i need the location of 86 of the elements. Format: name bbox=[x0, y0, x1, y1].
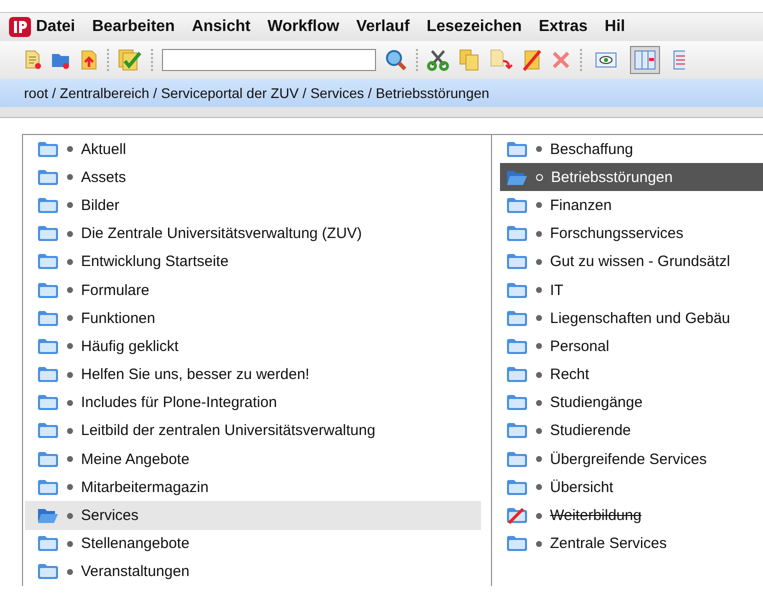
folder-row[interactable]: Personal bbox=[494, 332, 763, 360]
folder-row[interactable]: Zentrale Services bbox=[494, 530, 763, 558]
paste-icon[interactable] bbox=[489, 49, 513, 71]
menu-item[interactable]: Extras bbox=[538, 18, 588, 36]
folder-name: Forschungsservices bbox=[550, 225, 684, 242]
folder-row[interactable]: Veranstaltungen bbox=[25, 558, 481, 586]
folder-row[interactable]: Finanzen bbox=[494, 191, 763, 220]
approve-icon[interactable] bbox=[118, 49, 142, 71]
folder-name: Häufig geklickt bbox=[81, 338, 179, 355]
folder-name: Finanzen bbox=[550, 196, 612, 214]
folder-name: Studierende bbox=[550, 422, 631, 440]
folder-row[interactable]: Die Zentrale Universitätsverwaltung (ZUV) bbox=[25, 220, 481, 248]
columns-icon bbox=[634, 50, 656, 70]
folder-name: Zentrale Services bbox=[550, 535, 667, 552]
folder-name: Beschaffung bbox=[550, 140, 634, 158]
folder-row[interactable]: Beschaffung bbox=[494, 135, 763, 164]
folder-row[interactable]: Entwicklung Startseite bbox=[25, 248, 481, 276]
search-field[interactable] bbox=[162, 49, 376, 71]
upload-icon[interactable] bbox=[80, 50, 98, 70]
folder-name: Bilder bbox=[81, 196, 120, 214]
folder-name: Meine Angebote bbox=[81, 450, 190, 468]
folder-name: Die Zentrale Universitätsverwaltung (ZUV) bbox=[81, 225, 362, 242]
folder-row[interactable]: Stellenangebote bbox=[25, 530, 481, 558]
folder-name: Stellenangebote bbox=[81, 535, 190, 552]
folder-name: IT bbox=[550, 282, 564, 299]
app-logo-icon bbox=[9, 17, 31, 37]
folder-row[interactable]: Betriebsstörungen bbox=[500, 163, 763, 192]
disable-icon[interactable] bbox=[522, 49, 542, 71]
folder-row[interactable]: Studiengänge bbox=[494, 388, 763, 417]
folder-name: Formulare bbox=[81, 282, 150, 299]
folder-row[interactable]: Studierende bbox=[494, 416, 763, 446]
folder-name: Gut zu wissen - Grundsätzl bbox=[550, 253, 730, 270]
folder-name: Recht bbox=[550, 366, 590, 384]
menu-item[interactable]: Verlauf bbox=[356, 18, 410, 36]
menu-item[interactable]: Workflow bbox=[268, 18, 340, 36]
new-page-icon[interactable] bbox=[24, 50, 42, 70]
folder-row[interactable]: Liegenschaften und Gebäu bbox=[494, 304, 763, 332]
menu-item[interactable]: Lesezeichen bbox=[426, 18, 522, 36]
folder-name: Mitarbeitermagazin bbox=[81, 478, 209, 496]
folder-name: Aktuell bbox=[81, 140, 126, 158]
scissors-icon[interactable] bbox=[427, 49, 449, 71]
folder-row[interactable]: Leitbild der zentralen Universitätsverwaltung bbox=[25, 416, 481, 446]
search-icon[interactable] bbox=[385, 49, 407, 71]
folder-name: Funktionen bbox=[81, 310, 156, 327]
folder-row[interactable]: Forschungsservices bbox=[494, 220, 763, 248]
list-icon bbox=[673, 50, 685, 70]
folder-row[interactable]: Übersicht bbox=[494, 473, 763, 502]
folder-row[interactable]: Helfen Sie uns, besser zu werden! bbox=[25, 360, 481, 389]
menu-item[interactable]: Ansicht bbox=[192, 18, 250, 36]
folder-row[interactable]: Aktuell bbox=[25, 135, 481, 164]
folder-row[interactable]: Meine Angebote bbox=[25, 445, 481, 474]
eye-icon bbox=[595, 51, 617, 69]
folder-name: Entwicklung Startseite bbox=[81, 253, 229, 270]
breadcrumb: root / Zentralbereich / Serviceportal der ZUV / Services / Betriebsstörungen bbox=[0, 79, 763, 107]
folder-name: Veranstaltungen bbox=[81, 563, 190, 580]
menu-item[interactable]: Hil bbox=[604, 18, 626, 36]
folder-name: Services bbox=[81, 507, 139, 524]
folder-name: Personal bbox=[550, 338, 610, 355]
folder-row[interactable]: Includes für Plone-Integration bbox=[25, 388, 481, 417]
folder-row[interactable]: Recht bbox=[494, 360, 763, 389]
folder-row[interactable]: Assets bbox=[25, 163, 481, 192]
folder-row[interactable]: Häufig geklickt bbox=[25, 332, 481, 360]
copy-icon[interactable] bbox=[458, 49, 480, 71]
folder-name: Assets bbox=[81, 168, 126, 186]
menu-item[interactable]: Datei bbox=[36, 18, 76, 36]
folder-row[interactable]: Formulare bbox=[25, 276, 481, 304]
open-folder-icon bbox=[506, 168, 528, 186]
folder-name: Übergreifende Services bbox=[550, 450, 707, 468]
folder-row[interactable]: Gut zu wissen - Grundsätzl bbox=[494, 248, 763, 276]
folder-row[interactable]: Übergreifende Services bbox=[494, 445, 763, 474]
menu-item[interactable]: Bearbeiten bbox=[92, 18, 175, 36]
folder-row[interactable]: Funktionen bbox=[25, 304, 481, 332]
folder-row[interactable]: IT bbox=[494, 276, 763, 304]
folder-name: Includes für Plone-Integration bbox=[81, 394, 277, 412]
folder-name: Übersicht bbox=[550, 478, 614, 496]
folder-row[interactable]: Bilder bbox=[25, 191, 481, 220]
folder-row[interactable]: Services bbox=[25, 501, 481, 530]
folder-name: Liegenschaften und Gebäu bbox=[550, 310, 730, 327]
delete-icon[interactable] bbox=[551, 50, 571, 70]
folder-name: Helfen Sie uns, besser zu werden! bbox=[81, 366, 310, 384]
folder-name: Betriebsstörungen bbox=[551, 168, 673, 186]
folder-name: Studiengänge bbox=[550, 394, 643, 412]
folder-name: Leitbild der zentralen Universitätsverwaltung bbox=[81, 422, 376, 440]
folder-row[interactable]: Mitarbeitermagazin bbox=[25, 473, 481, 502]
folder-name: Weiterbildung bbox=[550, 507, 642, 524]
open-folder-icon bbox=[37, 507, 59, 524]
